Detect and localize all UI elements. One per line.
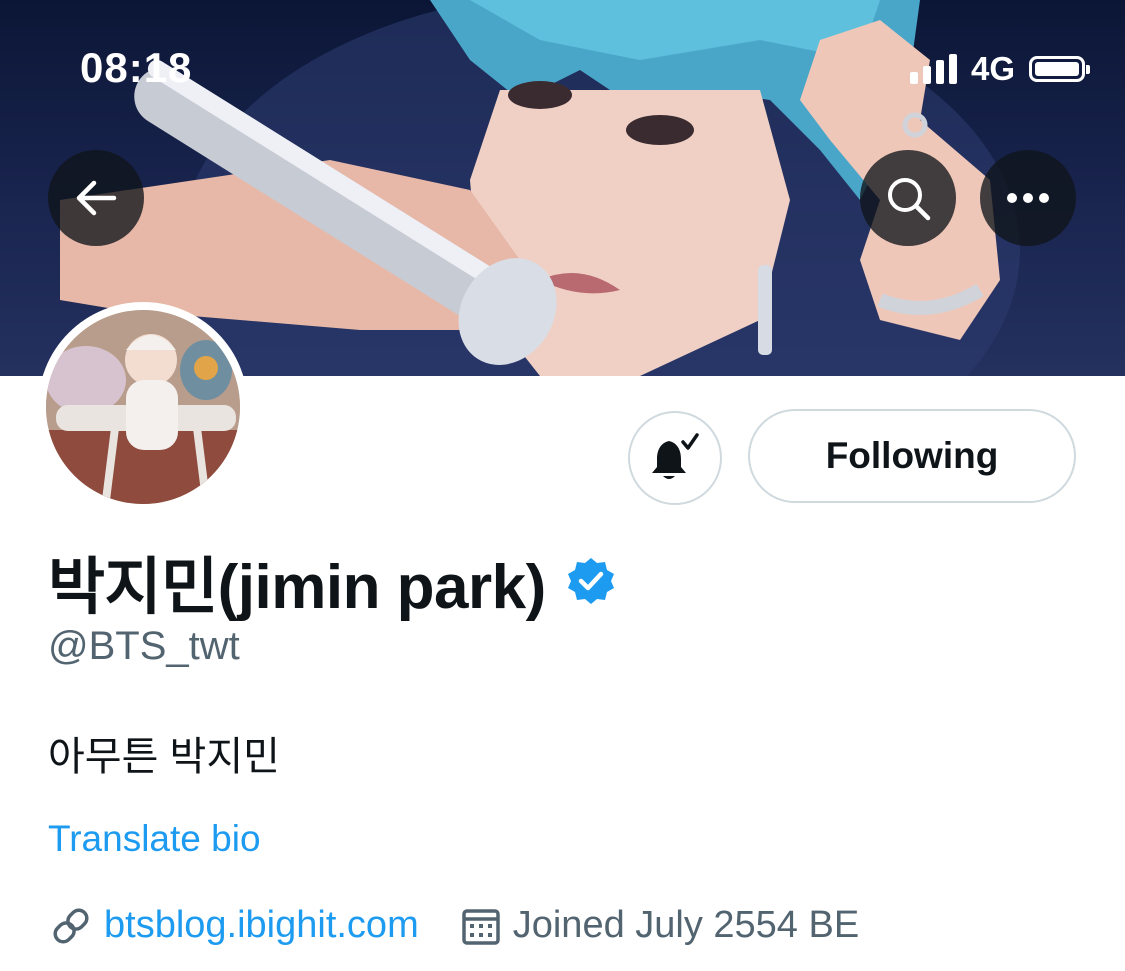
avatar-photo <box>46 310 240 504</box>
status-indicators: 4G <box>909 50 1090 88</box>
link-icon <box>53 907 89 944</box>
back-button[interactable] <box>48 150 144 246</box>
search-button[interactable] <box>860 150 956 246</box>
status-time: 08:18 <box>80 44 193 91</box>
profile-avatar[interactable] <box>38 302 248 512</box>
more-horizontal-icon <box>1007 193 1049 203</box>
battery-icon <box>1029 56 1090 82</box>
display-name: 박지민(jimin park) <box>48 553 546 622</box>
website-link[interactable]: btsblog.ibighit.com <box>104 904 419 947</box>
more-options-button[interactable] <box>980 150 1076 246</box>
notifications-button[interactable] <box>628 411 722 505</box>
signal-strength-icon <box>909 54 957 84</box>
display-name-row: 박지민(jimin park) <box>48 536 616 626</box>
bell-check-icon <box>652 433 699 479</box>
calendar-icon-wrapper <box>461 906 501 946</box>
network-type: 4G <box>970 50 1015 87</box>
user-handle: @BTS_twt <box>48 624 240 668</box>
following-button[interactable]: Following <box>748 409 1076 503</box>
profile-screen: 08:18 4G Following 박지민(jimin park) @BTS_… <box>0 0 1125 971</box>
verified-badge-icon <box>567 558 614 604</box>
profile-meta-row: btsblog.ibighit.com Joined July 2554 BE <box>50 904 859 947</box>
arrow-left-icon <box>76 180 117 216</box>
profile-bio: 아무튼 박지민 <box>48 735 280 779</box>
search-icon <box>888 178 931 221</box>
translate-bio-link[interactable]: Translate bio <box>48 818 261 860</box>
joined-date: Joined July 2554 BE <box>512 904 860 946</box>
calendar-icon <box>461 908 500 945</box>
